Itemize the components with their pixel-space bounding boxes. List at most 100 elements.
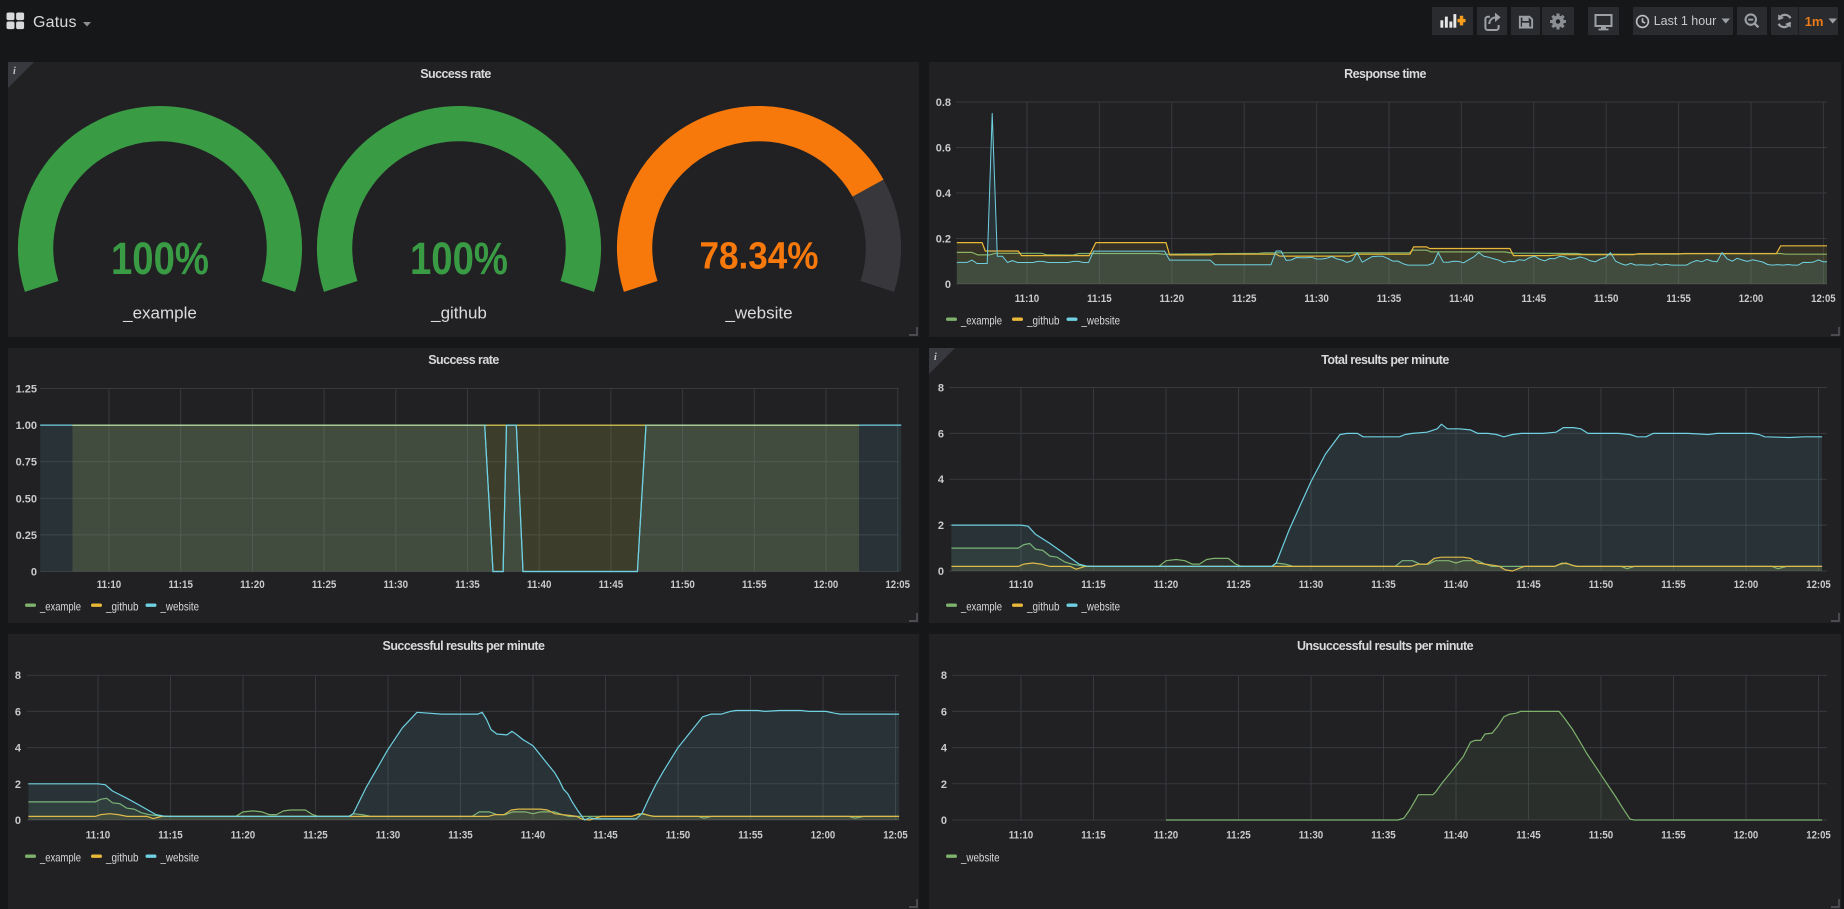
svg-text:_github: _github: [105, 600, 139, 614]
svg-text:12:00: 12:00: [1734, 579, 1759, 591]
svg-text:11:35: 11:35: [448, 830, 473, 842]
svg-text:12:00: 12:00: [814, 579, 839, 591]
svg-text:11:25: 11:25: [1226, 579, 1251, 591]
svg-text:_website: _website: [1081, 314, 1121, 328]
svg-text:11:45: 11:45: [1522, 293, 1547, 305]
svg-text:6: 6: [941, 706, 947, 718]
svg-text:11:20: 11:20: [1154, 579, 1179, 591]
svg-text:12:05: 12:05: [885, 579, 910, 591]
svg-text:0: 0: [945, 279, 951, 291]
svg-text:11:15: 11:15: [1081, 830, 1106, 842]
svg-text:11:20: 11:20: [1160, 293, 1185, 305]
svg-text:_example: _example: [960, 314, 1002, 328]
svg-text:1.00: 1.00: [16, 420, 37, 432]
svg-text:11:35: 11:35: [1371, 830, 1396, 842]
svg-text:11:25: 11:25: [312, 579, 337, 591]
svg-text:11:30: 11:30: [384, 579, 409, 591]
svg-text:11:45: 11:45: [593, 830, 618, 842]
svg-text:11:40: 11:40: [1444, 579, 1469, 591]
svg-text:1.25: 1.25: [16, 384, 37, 396]
svg-text:12:05: 12:05: [1806, 579, 1831, 591]
svg-text:11:30: 11:30: [1299, 830, 1324, 842]
svg-text:11:25: 11:25: [1226, 830, 1251, 842]
svg-text:11:15: 11:15: [158, 830, 183, 842]
svg-text:11:55: 11:55: [1661, 830, 1686, 842]
svg-text:11:10: 11:10: [1009, 830, 1034, 842]
svg-text:4: 4: [15, 743, 22, 755]
svg-text:100%: 100%: [410, 233, 508, 284]
svg-text:_website: _website: [160, 600, 200, 614]
svg-text:11:25: 11:25: [303, 830, 328, 842]
svg-text:8: 8: [15, 670, 21, 682]
svg-text:11:10: 11:10: [1009, 579, 1034, 591]
svg-text:11:30: 11:30: [1299, 579, 1324, 591]
svg-text:0.25: 0.25: [16, 530, 37, 542]
svg-text:11:55: 11:55: [742, 579, 767, 591]
svg-text:_website: _website: [724, 304, 792, 323]
svg-text:_website: _website: [1081, 600, 1121, 614]
svg-text:_website: _website: [160, 851, 200, 865]
svg-text:11:25: 11:25: [1232, 293, 1257, 305]
svg-text:11:30: 11:30: [1304, 293, 1329, 305]
svg-text:_website: _website: [960, 851, 1000, 865]
svg-text:11:40: 11:40: [1444, 830, 1469, 842]
svg-text:_github: _github: [105, 851, 139, 865]
svg-text:12:05: 12:05: [1811, 293, 1836, 305]
svg-text:0: 0: [938, 566, 944, 578]
svg-text:_example: _example: [39, 851, 81, 865]
svg-text:_example: _example: [960, 600, 1002, 614]
svg-text:11:50: 11:50: [666, 830, 691, 842]
svg-text:0.6: 0.6: [936, 143, 951, 155]
svg-text:11:50: 11:50: [1589, 579, 1614, 591]
svg-text:11:45: 11:45: [1516, 579, 1541, 591]
svg-text:11:35: 11:35: [1371, 579, 1396, 591]
svg-text:100%: 100%: [111, 233, 209, 284]
svg-text:_example: _example: [39, 600, 81, 614]
svg-text:11:10: 11:10: [97, 579, 122, 591]
svg-text:0.4: 0.4: [936, 188, 952, 200]
svg-text:8: 8: [938, 383, 944, 395]
svg-text:11:20: 11:20: [240, 579, 265, 591]
svg-text:12:00: 12:00: [1739, 293, 1764, 305]
svg-text:11:50: 11:50: [1594, 293, 1619, 305]
svg-text:0.75: 0.75: [16, 457, 37, 469]
svg-text:12:00: 12:00: [1734, 830, 1759, 842]
svg-text:6: 6: [15, 706, 21, 718]
svg-text:12:05: 12:05: [1806, 830, 1831, 842]
svg-text:11:15: 11:15: [1081, 579, 1106, 591]
svg-text:11:10: 11:10: [86, 830, 111, 842]
svg-text:11:55: 11:55: [1666, 293, 1691, 305]
svg-text:78.34%: 78.34%: [700, 236, 819, 278]
svg-text:11:35: 11:35: [455, 579, 480, 591]
svg-text:11:55: 11:55: [738, 830, 763, 842]
svg-text:_github: _github: [1026, 314, 1060, 328]
svg-text:0.2: 0.2: [936, 234, 951, 246]
svg-text:_github: _github: [1026, 600, 1060, 614]
svg-text:12:05: 12:05: [883, 830, 908, 842]
svg-text:0: 0: [941, 815, 947, 827]
svg-text:11:30: 11:30: [376, 830, 401, 842]
svg-text:11:40: 11:40: [527, 579, 552, 591]
svg-text:6: 6: [938, 428, 944, 440]
svg-text:_example: _example: [122, 304, 197, 323]
svg-text:_github: _github: [430, 304, 487, 323]
svg-text:11:35: 11:35: [1377, 293, 1402, 305]
svg-text:8: 8: [941, 670, 947, 682]
svg-text:11:45: 11:45: [599, 579, 624, 591]
svg-text:0.8: 0.8: [936, 97, 951, 109]
svg-text:11:20: 11:20: [1154, 830, 1179, 842]
svg-text:11:40: 11:40: [521, 830, 546, 842]
svg-text:11:10: 11:10: [1015, 293, 1040, 305]
svg-text:2: 2: [938, 520, 944, 532]
svg-text:0.50: 0.50: [16, 493, 37, 505]
svg-text:4: 4: [941, 743, 948, 755]
svg-text:12:00: 12:00: [811, 830, 836, 842]
svg-text:2: 2: [15, 779, 21, 791]
svg-text:0: 0: [15, 815, 21, 827]
svg-text:11:55: 11:55: [1661, 579, 1686, 591]
svg-text:11:20: 11:20: [231, 830, 256, 842]
svg-text:11:40: 11:40: [1449, 293, 1474, 305]
svg-text:11:15: 11:15: [1087, 293, 1112, 305]
svg-text:2: 2: [941, 779, 947, 791]
svg-text:11:15: 11:15: [168, 579, 193, 591]
